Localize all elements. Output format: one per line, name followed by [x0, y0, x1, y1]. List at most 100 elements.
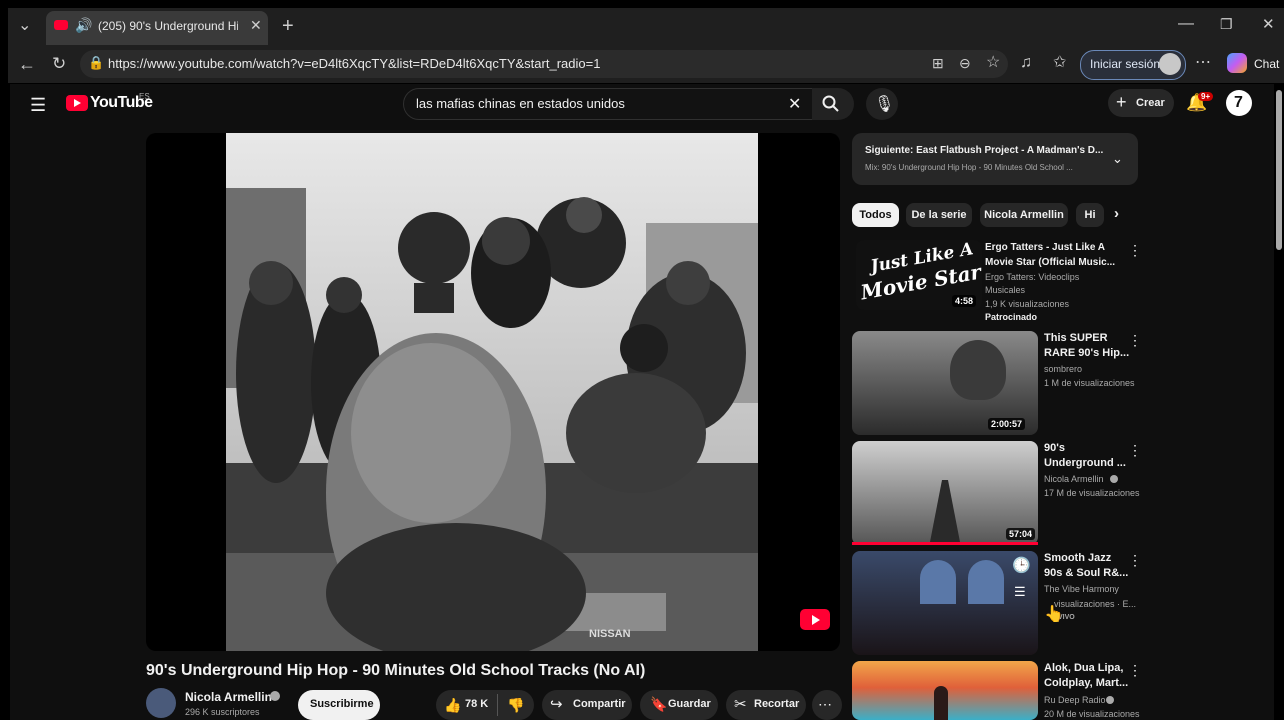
- signin-label: Iniciar sesión: [1090, 57, 1161, 71]
- watch-later-icon[interactable]: 🕒: [1012, 556, 1031, 574]
- share-icon: ↪: [550, 696, 563, 713]
- bookmark-icon: 🔖: [650, 696, 668, 712]
- video-title: 90's Underground Hip Hop - 90 Minutes Ol…: [146, 662, 646, 679]
- next-mix: Mix: 90's Underground Hip Hop - 90 Minut…: [865, 163, 1073, 172]
- dislike-icon[interactable]: 👎: [507, 697, 524, 714]
- url-text[interactable]: https://www.youtube.com/watch?v=eD4lt6Xq…: [108, 56, 600, 71]
- duration-badge: 2:00:57: [988, 418, 1026, 430]
- add-to-queue-icon[interactable]: ☰: [1014, 584, 1026, 600]
- chips-next-icon[interactable]: ›: [1114, 205, 1119, 222]
- rec-views-2: 1 M de visualizaciones: [1044, 378, 1135, 388]
- duration-badge: 57:04: [1006, 528, 1036, 540]
- chip-hiphop[interactable]: Hi: [1076, 203, 1104, 227]
- rec-title-5a[interactable]: Alok, Dua Lipa,: [1044, 661, 1134, 676]
- thumb-window: [920, 560, 956, 604]
- verified-icon: [1106, 696, 1114, 704]
- clear-search-icon[interactable]: ✕: [788, 94, 801, 114]
- thumb-window: [968, 560, 1004, 604]
- hamburger-menu-icon[interactable]: ☰: [30, 95, 46, 116]
- avatar[interactable]: 7: [1226, 90, 1252, 116]
- search-icon: [822, 95, 839, 112]
- rec-title-5b[interactable]: Coldplay, Mart...: [1044, 676, 1134, 691]
- media-control-icon[interactable]: ♫: [1020, 55, 1032, 71]
- youtube-logo-icon[interactable]: [66, 95, 88, 111]
- rec-title-1a[interactable]: Ergo Tatters - Just Like A: [985, 242, 1105, 253]
- youtube-favicon-icon: [54, 20, 68, 30]
- rec-menu-icon[interactable]: ⋮: [1128, 332, 1142, 349]
- car-brand-text: NISSAN: [589, 628, 631, 640]
- channel-avatar[interactable]: [146, 688, 176, 718]
- rec-views-4: visualizaciones · E...: [1054, 599, 1137, 609]
- rec-menu-icon[interactable]: ⋮: [1128, 662, 1142, 679]
- subscribe-label: Suscribirme: [310, 698, 374, 710]
- zoom-icon[interactable]: ⊖: [959, 56, 971, 70]
- rec-meta-1b: Musicales: [985, 285, 1026, 295]
- new-tab-icon[interactable]: +: [282, 16, 294, 36]
- speaker-icon[interactable]: 🔊: [75, 18, 92, 32]
- rec-views-3: 17 M de visualizaciones: [1044, 488, 1140, 498]
- page-scrollbar[interactable]: [1276, 90, 1282, 250]
- channel-name[interactable]: Nicola Armellin: [185, 690, 272, 704]
- rec-meta-1c: 1,9 K visualizaciones: [985, 299, 1070, 309]
- window-close-icon[interactable]: ✕: [1262, 17, 1275, 32]
- lock-icon[interactable]: 🔒: [88, 56, 104, 69]
- favorite-star-icon[interactable]: ☆: [986, 55, 1000, 71]
- chip-channel[interactable]: Nicola Armellin: [980, 203, 1068, 227]
- create-label: Crear: [1136, 97, 1165, 109]
- restore-icon[interactable]: ❐: [1220, 17, 1233, 31]
- duration-badge: 4:58: [952, 295, 977, 307]
- video-frame[interactable]: NISSAN: [226, 133, 758, 651]
- youtube-watermark-icon: [800, 609, 830, 630]
- rec-views-5: 20 M de visualizaciones: [1044, 709, 1140, 719]
- tab-title: (205) 90's Underground Hip H: [98, 19, 238, 33]
- watch-progress-bar: [852, 542, 1038, 545]
- rec-title-1b[interactable]: Movie Star (Official Music...: [985, 257, 1115, 268]
- profile-avatar-icon[interactable]: [1159, 53, 1181, 75]
- rec-meta-1a: Ergo Tatters: Videoclips: [985, 272, 1080, 282]
- rec-channel-5: Ru Deep Radio: [1044, 695, 1106, 705]
- next-title: Siguiente: East Flatbush Project - A Mad…: [865, 145, 1104, 156]
- more-menu-icon[interactable]: ⋯: [1195, 55, 1211, 71]
- like-count[interactable]: 78 K: [465, 698, 488, 710]
- chat-label[interactable]: Chat: [1254, 57, 1279, 71]
- share-label: Compartir: [573, 698, 626, 710]
- thumb-figure: [950, 340, 1006, 400]
- rec-channel-3: Nicola Armellin: [1044, 474, 1104, 484]
- rec-title-4b[interactable]: 90s & Soul R&...: [1044, 566, 1134, 581]
- tab-list-chevron-icon[interactable]: ⌄: [18, 18, 31, 34]
- rec-menu-icon[interactable]: ⋮: [1128, 552, 1142, 569]
- subscriber-count: 296 K suscriptores: [185, 707, 260, 717]
- favorites-icon[interactable]: ✩: [1053, 55, 1066, 71]
- chip-all[interactable]: Todos: [852, 203, 899, 227]
- rec-title-4a[interactable]: Smooth Jazz: [1044, 551, 1134, 566]
- thumb-figure: [934, 686, 948, 720]
- plus-icon: +: [1116, 92, 1127, 112]
- rec-title-3a[interactable]: 90's: [1044, 441, 1134, 456]
- sponsored-label: Patrocinado: [985, 312, 1038, 322]
- more-actions-icon: ⋯: [818, 696, 832, 712]
- verified-icon: [270, 691, 280, 701]
- minimize-icon[interactable]: —: [1178, 16, 1194, 32]
- rec-menu-icon[interactable]: ⋮: [1128, 442, 1142, 459]
- chip-series[interactable]: De la serie: [906, 203, 972, 227]
- search-query[interactable]: las mafias chinas en estados unidos: [416, 96, 625, 111]
- rec-channel-2: sombrero: [1044, 364, 1083, 374]
- rec-title-2a[interactable]: This SUPER: [1044, 331, 1134, 346]
- like-divider: [497, 694, 498, 716]
- back-icon[interactable]: ←: [18, 55, 36, 73]
- like-icon[interactable]: 👍: [444, 697, 461, 714]
- notification-badge: 9+: [1198, 92, 1214, 101]
- expand-chevron-icon[interactable]: ⌄: [1112, 151, 1123, 167]
- app-available-icon[interactable]: ⊞: [932, 56, 944, 70]
- copilot-icon[interactable]: [1227, 53, 1247, 73]
- playlist-next-card[interactable]: [852, 133, 1138, 185]
- rec-title-3b[interactable]: Underground ...: [1044, 456, 1134, 471]
- verified-icon: [1110, 475, 1118, 483]
- save-label: Guardar: [668, 698, 711, 710]
- rec-menu-icon[interactable]: ⋮: [1128, 242, 1142, 259]
- microphone-icon: 🎙: [874, 96, 895, 113]
- refresh-icon[interactable]: ↻: [52, 55, 66, 72]
- tab-close-icon[interactable]: ✕: [250, 18, 262, 32]
- scissors-icon: ✂: [734, 696, 747, 713]
- rec-title-2b[interactable]: RARE 90's Hip...: [1044, 346, 1134, 361]
